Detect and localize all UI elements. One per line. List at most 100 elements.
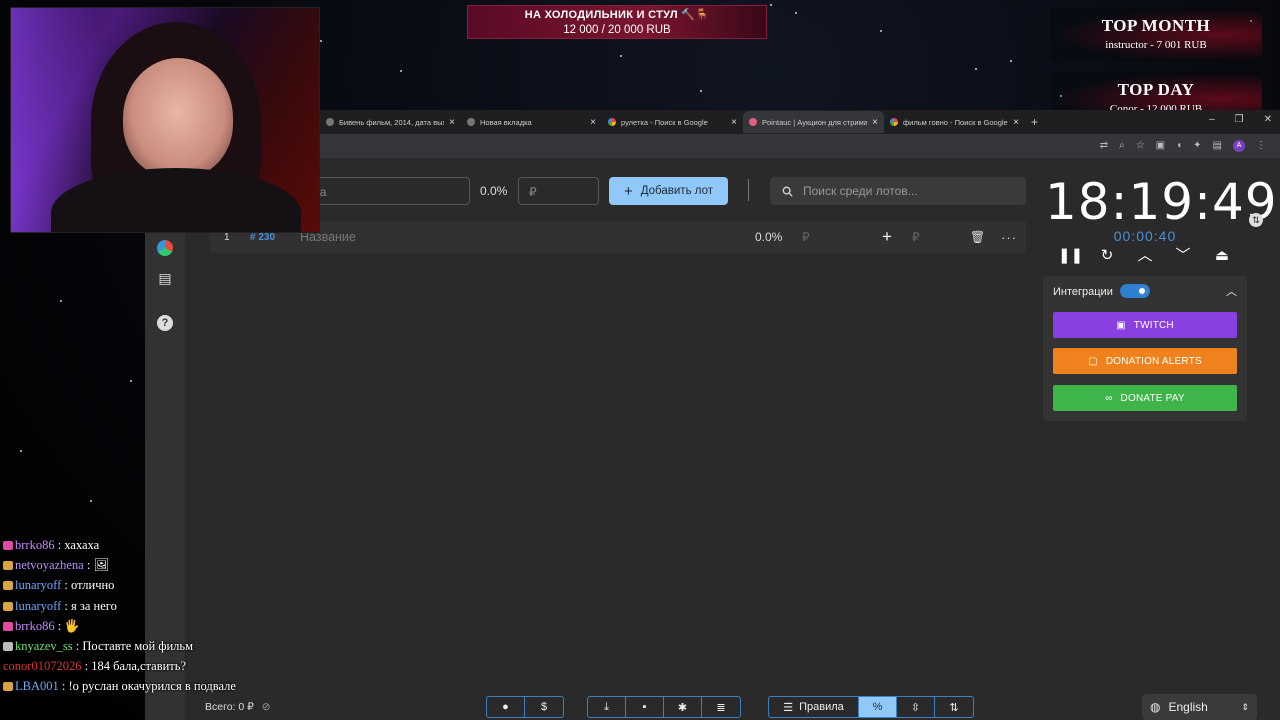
- tab-1[interactable]: Бивень фильм, 2014, дата вых ×: [320, 111, 461, 133]
- bug-icon[interactable]: ✱: [664, 697, 702, 717]
- tab-4[interactable]: Pointauc | Аукцион для стрима ×: [743, 111, 884, 133]
- divider: [748, 179, 749, 201]
- goal-amount: 12 000 / 20 000 RUB: [563, 24, 671, 36]
- chat-user: conor01072026: [3, 659, 82, 674]
- toolbar: ⇄ ⌕ ☆ ▣ ◖ ✦ ▤ A ⋮: [320, 134, 1280, 158]
- collapse-chevron-icon[interactable]: ︿: [1226, 283, 1237, 299]
- download-icon[interactable]: ⤓: [588, 697, 626, 717]
- tab-5[interactable]: фильм говно - Поиск в Google ×: [884, 111, 1025, 133]
- close-icon[interactable]: ×: [731, 117, 737, 128]
- sidebar-icon[interactable]: ▤: [1213, 140, 1222, 152]
- github-icon[interactable]: ●: [487, 697, 525, 717]
- add-amount-icon[interactable]: +: [882, 227, 892, 247]
- new-tab-button[interactable]: +: [1025, 115, 1044, 129]
- more-icon[interactable]: ···: [1001, 230, 1017, 245]
- top-month-widget: TOP MONTH instructor - 7 001 RUB: [1050, 8, 1262, 62]
- trash-icon[interactable]: 🗑: [970, 230, 985, 244]
- swap-timer-icon[interactable]: ⇅: [1249, 213, 1263, 227]
- lot-search-input[interactable]: Поиск среди лотов...: [770, 177, 1026, 205]
- main-timer: 18:19:49: [1045, 173, 1278, 231]
- menu-icon[interactable]: ⋮: [1256, 140, 1266, 152]
- save-icon[interactable]: ▪: [626, 697, 664, 717]
- twitch-button[interactable]: ▣ TWITCH: [1053, 312, 1237, 338]
- split-icon[interactable]: ⇳: [897, 697, 935, 717]
- star: [975, 68, 977, 70]
- star: [400, 70, 402, 72]
- chevron-down-icon[interactable]: ﹀: [1173, 246, 1193, 266]
- close-icon[interactable]: ×: [872, 117, 878, 128]
- tab-2[interactable]: Новая вкладка ×: [461, 111, 602, 133]
- integrations-title: Интеграции: [1053, 286, 1113, 298]
- donation-alerts-button[interactable]: ▢ DONATION ALERTS: [1053, 348, 1237, 374]
- sort-icon[interactable]: ⇅: [935, 697, 973, 717]
- page-icon: [326, 118, 334, 126]
- tab-3[interactable]: рулетка - Поиск в Google ×: [602, 111, 743, 133]
- lot-row[interactable]: 1 # 230 Название 0.0% ₽ + ₽ 🗑 ···: [210, 221, 1026, 253]
- translate-icon[interactable]: ⇄: [1100, 140, 1108, 152]
- goal-title: НА ХОЛОДИЛЬНИК И СТУЛ 🔨🪑: [524, 9, 710, 21]
- clear-list-icon[interactable]: ≣: [702, 697, 740, 717]
- tab-title: Pointauc | Аукцион для стрима: [762, 117, 868, 127]
- tab-title: Бивень фильм, 2014, дата вых: [339, 117, 445, 127]
- chevron-updown-icon: ⇕: [1241, 701, 1249, 712]
- lot-amount[interactable]: ₽: [802, 230, 810, 244]
- wheel-icon[interactable]: [157, 240, 173, 256]
- integrations-panel: Интеграции ︿ ▣ TWITCH ▢ DONATION ALERTS …: [1043, 276, 1247, 421]
- chat-message: conor01072026 : 184 бала,ставить?: [3, 659, 187, 674]
- donate-pay-button[interactable]: ∞ DONATE PAY: [1053, 385, 1237, 411]
- eject-icon[interactable]: ⏏: [1212, 246, 1232, 266]
- audio-icon[interactable]: ◖: [1176, 140, 1182, 152]
- donate-pay-label: DONATE PAY: [1120, 392, 1185, 404]
- extra-amount-input[interactable]: ₽: [912, 230, 920, 244]
- dollar-icon[interactable]: $: [525, 697, 563, 717]
- rules-button[interactable]: ☰ Правила: [769, 697, 859, 717]
- pause-icon[interactable]: ❚❚: [1058, 246, 1083, 266]
- chat-message: netvoyazhena : 🖼: [3, 555, 243, 575]
- rules-label: Правила: [799, 701, 844, 713]
- profile-avatar[interactable]: A: [1233, 140, 1245, 152]
- lot-amount-input[interactable]: ₽: [518, 177, 599, 205]
- zoom-icon[interactable]: ⌕: [1119, 140, 1125, 152]
- pointauc-icon: [749, 118, 757, 126]
- tab-title: рулетка - Поиск в Google: [621, 117, 708, 127]
- lot-name-input[interactable]: ота: [297, 177, 470, 205]
- lot-row-percent: 0.0%: [755, 230, 783, 244]
- help-icon[interactable]: ?: [157, 315, 173, 331]
- clipboard-icon[interactable]: ▤: [157, 270, 173, 286]
- window-controls: – ❐ ✕: [1209, 114, 1272, 125]
- chevron-up-icon[interactable]: ︿: [1135, 246, 1155, 266]
- add-lot-button[interactable]: + Добавить лот: [609, 177, 728, 205]
- link-buttons: ● $: [486, 696, 564, 718]
- reset-icon[interactable]: ↻: [1097, 246, 1117, 266]
- tab-title: Новая вкладка: [480, 117, 532, 127]
- close-icon[interactable]: ×: [590, 117, 596, 128]
- chat-user: LBA001: [15, 679, 59, 694]
- chat-user: lunaryoff: [15, 598, 62, 613]
- star-icon[interactable]: ☆: [1136, 140, 1145, 152]
- puzzle-icon[interactable]: ✦: [1193, 140, 1201, 152]
- search-icon: [782, 186, 793, 197]
- extension-icon[interactable]: ▣: [1156, 140, 1165, 152]
- language-select[interactable]: ◍ English ⇕: [1142, 694, 1257, 720]
- donation-goal-banner: НА ХОЛОДИЛЬНИК И СТУЛ 🔨🪑 12 000 / 20 000…: [467, 5, 767, 39]
- minimize-button[interactable]: –: [1209, 114, 1215, 125]
- close-window-button[interactable]: ✕: [1264, 114, 1272, 125]
- donatepay-icon: ∞: [1105, 392, 1113, 404]
- tab-bar: Бивень фильм, 2014, дата вых × Новая вкл…: [320, 110, 1280, 134]
- percent-toggle[interactable]: %: [859, 697, 897, 717]
- chat-text: 🖐: [64, 618, 80, 633]
- close-icon[interactable]: ×: [1013, 117, 1019, 128]
- badge-icon: [3, 581, 13, 591]
- integrations-toggle[interactable]: [1120, 284, 1150, 298]
- star: [90, 500, 92, 502]
- google-icon: [608, 118, 616, 126]
- chat-user: knyazev_ss: [15, 639, 73, 654]
- hide-icon[interactable]: ⊘: [262, 701, 271, 713]
- chat-overlay: brrko86 : хахаха netvoyazhena : 🖼 lunary…: [3, 535, 243, 697]
- star: [700, 90, 702, 92]
- chat-text: 🖼: [93, 558, 110, 573]
- twitch-icon: ▣: [1116, 319, 1126, 331]
- top-month-line: instructor - 7 001 RUB: [1105, 39, 1207, 51]
- close-icon[interactable]: ×: [449, 117, 455, 128]
- restore-button[interactable]: ❐: [1235, 114, 1244, 125]
